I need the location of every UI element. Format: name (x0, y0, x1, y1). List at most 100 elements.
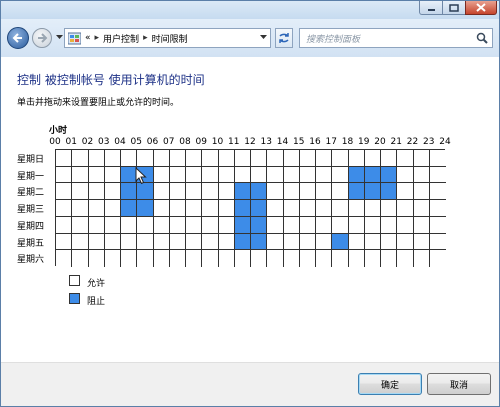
time-slot-cell[interactable] (332, 183, 349, 201)
time-slot-cell[interactable] (121, 183, 138, 201)
time-slot-cell[interactable] (413, 200, 430, 217)
time-slot-cell[interactable] (348, 200, 365, 217)
time-slot-cell[interactable] (316, 216, 333, 234)
time-slot-cell[interactable] (202, 150, 219, 167)
time-slot-cell[interactable] (316, 150, 333, 167)
time-slot-cell[interactable] (218, 200, 235, 217)
time-slot-cell[interactable] (169, 216, 186, 234)
time-slot-cell[interactable] (381, 200, 398, 217)
time-slot-cell[interactable] (316, 166, 333, 184)
time-slot-cell[interactable] (332, 200, 349, 217)
time-slot-cell[interactable] (104, 166, 121, 184)
address-bar[interactable]: « ▸ 用户控制 ▸ 时间限制 (64, 28, 271, 48)
time-slot-cell[interactable] (397, 183, 414, 201)
time-slot-cell[interactable] (429, 216, 446, 234)
time-slot-cell[interactable] (121, 150, 138, 167)
time-slot-cell[interactable] (381, 250, 398, 267)
time-slot-cell[interactable] (218, 250, 235, 267)
time-slot-cell[interactable] (283, 150, 300, 167)
breadcrumb-overflow[interactable]: « (85, 33, 91, 43)
time-slot-cell[interactable] (121, 250, 138, 267)
close-button[interactable] (465, 1, 497, 15)
time-slot-cell[interactable] (153, 183, 170, 201)
time-slot-cell[interactable] (413, 166, 430, 184)
time-slot-cell[interactable] (251, 166, 268, 184)
time-slot-cell[interactable] (299, 183, 316, 201)
time-slot-cell[interactable] (56, 216, 73, 234)
time-slot-cell[interactable] (137, 233, 154, 251)
time-slot-cell[interactable] (397, 216, 414, 234)
time-slot-cell[interactable] (104, 250, 121, 267)
time-slot-cell[interactable] (169, 166, 186, 184)
time-slot-cell[interactable] (218, 216, 235, 234)
time-slot-cell[interactable] (332, 166, 349, 184)
time-slot-cell[interactable] (364, 200, 381, 217)
time-slot-cell[interactable] (88, 150, 105, 167)
time-slot-cell[interactable] (153, 150, 170, 167)
time-slot-cell[interactable] (267, 250, 284, 267)
time-slot-cell[interactable] (364, 150, 381, 167)
time-slot-cell[interactable] (251, 233, 268, 251)
time-slot-cell[interactable] (234, 183, 251, 201)
breadcrumb-separator[interactable]: ▸ (143, 33, 148, 43)
time-slot-cell[interactable] (267, 166, 284, 184)
time-slot-cell[interactable] (104, 216, 121, 234)
time-slot-cell[interactable] (364, 250, 381, 267)
time-slot-cell[interactable] (72, 200, 89, 217)
refresh-button[interactable] (275, 28, 293, 48)
time-slot-cell[interactable] (397, 250, 414, 267)
time-slot-cell[interactable] (137, 250, 154, 267)
time-slot-cell[interactable] (429, 150, 446, 167)
recent-pages-dropdown[interactable] (55, 32, 63, 42)
time-slot-cell[interactable] (267, 233, 284, 251)
time-slot-cell[interactable] (413, 150, 430, 167)
breadcrumb-item-user-control[interactable]: 用户控制 (103, 32, 139, 45)
time-restriction-grid[interactable] (55, 149, 446, 267)
time-slot-cell[interactable] (56, 200, 73, 217)
time-slot-cell[interactable] (413, 250, 430, 267)
time-slot-cell[interactable] (332, 250, 349, 267)
time-slot-cell[interactable] (104, 150, 121, 167)
time-slot-cell[interactable] (202, 183, 219, 201)
time-slot-cell[interactable] (186, 250, 203, 267)
time-slot-cell[interactable] (267, 150, 284, 167)
time-slot-cell[interactable] (202, 250, 219, 267)
time-slot-cell[interactable] (283, 183, 300, 201)
time-slot-cell[interactable] (348, 233, 365, 251)
time-slot-cell[interactable] (121, 200, 138, 217)
time-slot-cell[interactable] (348, 216, 365, 234)
time-slot-cell[interactable] (186, 183, 203, 201)
time-slot-cell[interactable] (316, 233, 333, 251)
time-slot-cell[interactable] (364, 216, 381, 234)
time-slot-cell[interactable] (104, 200, 121, 217)
time-slot-cell[interactable] (56, 150, 73, 167)
time-slot-cell[interactable] (104, 183, 121, 201)
time-slot-cell[interactable] (88, 183, 105, 201)
time-slot-cell[interactable] (381, 150, 398, 167)
time-slot-cell[interactable] (186, 200, 203, 217)
time-slot-cell[interactable] (169, 250, 186, 267)
time-slot-cell[interactable] (186, 233, 203, 251)
maximize-button[interactable] (442, 1, 466, 15)
time-slot-cell[interactable] (234, 200, 251, 217)
time-slot-cell[interactable] (234, 166, 251, 184)
time-slot-cell[interactable] (283, 233, 300, 251)
time-slot-cell[interactable] (88, 233, 105, 251)
time-slot-cell[interactable] (364, 166, 381, 184)
time-slot-cell[interactable] (413, 216, 430, 234)
time-slot-cell[interactable] (88, 166, 105, 184)
time-slot-cell[interactable] (283, 250, 300, 267)
time-slot-cell[interactable] (202, 233, 219, 251)
time-slot-cell[interactable] (72, 183, 89, 201)
time-slot-cell[interactable] (299, 200, 316, 217)
forward-button[interactable] (32, 28, 52, 48)
cancel-button[interactable]: 取消 (427, 373, 491, 395)
time-slot-cell[interactable] (121, 216, 138, 234)
time-slot-cell[interactable] (153, 166, 170, 184)
time-slot-cell[interactable] (348, 183, 365, 201)
time-slot-cell[interactable] (218, 183, 235, 201)
time-slot-cell[interactable] (186, 166, 203, 184)
time-slot-cell[interactable] (153, 233, 170, 251)
time-slot-cell[interactable] (88, 216, 105, 234)
time-slot-cell[interactable] (429, 200, 446, 217)
